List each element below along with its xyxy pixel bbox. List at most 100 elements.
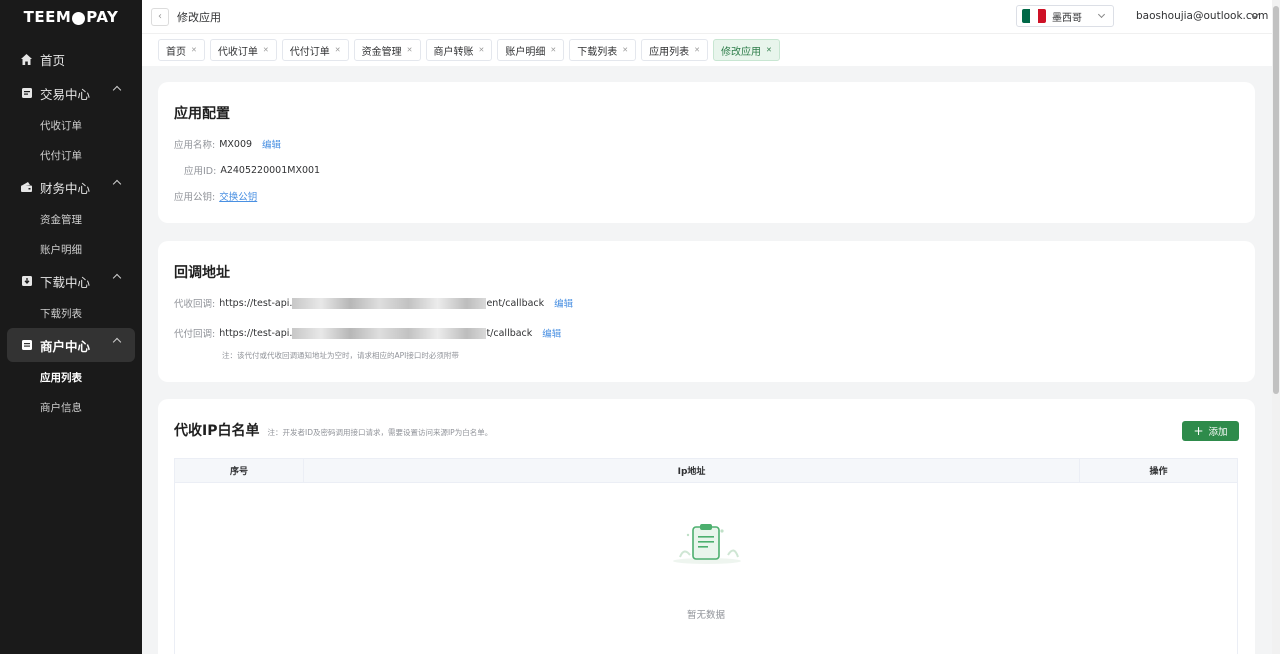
sidebar-item-pay-orders[interactable]: 代付订单 [0,140,142,170]
close-icon[interactable]: ✕ [335,46,341,54]
chevron-up-icon [112,273,122,283]
add-button-label: 添加 [1208,427,1228,438]
tab-label: 商户转账 [433,46,474,58]
tab-app-list[interactable]: 应用列表 ✕ [641,39,708,61]
empty-state-text: 暂无数据 [686,610,725,621]
tab-label: 代收订单 [217,46,258,58]
field-label: 应用名称: [174,140,216,151]
close-icon[interactable]: ✕ [766,46,772,54]
app-name-value: MX009 [219,138,253,150]
logo-text-left: TEEM [23,8,72,26]
page-scrollbar-thumb[interactable] [1273,6,1279,394]
tab-edit-app[interactable]: 修改应用 ✕ [713,39,780,61]
app-pubkey-row: 应用公钥: 交换公钥 [174,189,257,203]
logo-text-right: PAY [86,8,119,26]
sidebar-item-funds[interactable]: 资金管理 [0,204,142,234]
collect-url-prefix: https://test-api. [219,297,293,309]
home-icon [20,53,33,66]
collect-url-suffix: ent/callback [486,297,545,309]
sidebar-group-merchant[interactable]: 商户中心 [7,328,135,362]
app-id-value: A2405220001MX001 [220,164,321,176]
plus-icon: + [1193,424,1204,438]
sidebar-group-label: 商户中心 [40,338,91,354]
close-icon[interactable]: ✕ [694,46,700,54]
chevron-down-icon [1097,10,1106,19]
app-id-row: 应用ID: A2405220001MX001 [184,163,321,178]
tab-label: 账户明细 [505,46,546,58]
tab-label: 首页 [166,46,186,58]
tab-label: 应用列表 [649,46,690,58]
top-header: ‹ 修改应用 墨西哥 baoshoujia@outlook.com [142,0,1272,34]
sidebar-group-label: 下载中心 [40,274,91,290]
tab-home[interactable]: 首页 ✕ [158,39,205,61]
column-header-index: 序号 [175,459,304,482]
sidebar-group-trade[interactable]: 交易中心 [0,76,142,110]
table-header: 序号 Ip地址 操作 [175,459,1237,483]
chevron-left-icon: ‹ [158,11,162,22]
close-icon[interactable]: ✕ [622,46,628,54]
whitelist-header: 代收IP白名单 注：开发者ID及密码调用接口请求，需要设置访问来源IP为白名单。 [174,420,492,440]
tab-label: 下载列表 [577,46,618,58]
column-header-actions: 操作 [1149,467,1168,477]
pay-url-suffix: t/callback [486,327,533,339]
close-icon[interactable]: ✕ [407,46,413,54]
tab-funds[interactable]: 资金管理 ✕ [353,39,421,61]
tab-label: 资金管理 [361,46,402,58]
add-ip-button[interactable]: + 添加 [1182,421,1239,441]
app-config-card: 应用配置 应用名称: MX009 编辑 应用ID: A2405220001MX0… [158,82,1255,223]
close-icon[interactable]: ✕ [191,46,197,54]
sidebar-item-home[interactable]: 首页 [0,42,142,76]
callback-note: 注：该代付或代收回调通知地址为空时，请求相应的API接口时必须附带 [222,351,459,360]
column-header-ip: Ip地址 [304,459,1080,482]
redacted-url [292,327,487,339]
edit-name-link[interactable]: 编辑 [262,137,281,151]
sidebar-group-download[interactable]: 下载中心 [0,264,142,298]
section-title: 应用配置 [174,106,230,122]
sidebar: TEEM PAY 首页 交易中心 代收订单 代付订单 财务中心 资金管理 账户明… [0,0,142,654]
sidebar-item-merchant-info[interactable]: 商户信息 [0,392,142,422]
close-icon[interactable]: ✕ [263,46,269,54]
download-icon [20,275,33,288]
sidebar-group-label: 交易中心 [40,86,91,102]
ip-whitelist-table: 序号 Ip地址 操作 暂无数据 [174,458,1238,654]
merchant-icon [20,339,33,352]
sidebar-item-label: 首页 [40,52,66,68]
sidebar-item-download-list[interactable]: 下载列表 [0,298,142,328]
ip-whitelist-card: 代收IP白名单 注：开发者ID及密码调用接口请求，需要设置访问来源IP为白名单。… [158,399,1255,654]
pay-url-prefix: https://test-api. [219,327,293,339]
chevron-up-icon [112,179,122,189]
close-icon[interactable]: ✕ [550,46,556,54]
sidebar-item-account-details[interactable]: 账户明细 [0,234,142,264]
main-content: 应用配置 应用名称: MX009 编辑 应用ID: A2405220001MX0… [142,66,1272,654]
soccer-ball-icon [72,11,86,25]
edit-collect-callback-link[interactable]: 编辑 [554,296,573,310]
sidebar-item-app-list[interactable]: 应用列表 [0,362,142,392]
tab-merchant-transfer[interactable]: 商户转账 ✕ [425,39,493,61]
edit-pay-callback-link[interactable]: 编辑 [542,326,561,340]
chevron-up-icon [112,337,122,347]
field-label: 应用公钥: [174,192,216,203]
country-value: 墨西哥 [1052,12,1082,24]
brand-logo: TEEM PAY [0,0,142,34]
tab-account-details[interactable]: 账户明细 ✕ [497,39,565,61]
app-name-row: 应用名称: MX009 编辑 [174,137,281,152]
tab-collect-orders[interactable]: 代收订单 ✕ [209,39,277,61]
bank-card-icon [20,181,33,194]
tab-pay-orders[interactable]: 代付订单 ✕ [281,39,349,61]
country-select[interactable]: 墨西哥 [1016,5,1114,27]
back-button[interactable]: ‹ [151,7,169,26]
user-email[interactable]: baoshoujia@outlook.com [1136,10,1268,22]
tabs-bar: 首页 ✕ 代收订单 ✕ 代付订单 ✕ 资金管理 ✕ 商户转账 ✕ 账户明细 ✕ 下载列表 ✕ … [142,34,1272,66]
breadcrumb: 修改应用 [177,10,221,24]
exchange-pubkey-link[interactable]: 交换公钥 [219,189,257,203]
sidebar-group-finance[interactable]: 财务中心 [0,170,142,204]
sidebar-group-label: 财务中心 [40,180,91,196]
sidebar-item-collect-orders[interactable]: 代收订单 [0,110,142,140]
collect-callback-row: 代收回调: https://test-api. ent/callback 编辑 [174,296,573,310]
mexico-flag-icon [1022,9,1046,23]
document-icon [20,87,33,100]
tab-download-list[interactable]: 下载列表 ✕ [569,39,637,61]
close-icon[interactable]: ✕ [479,46,485,54]
pay-callback-row: 代付回调: https://test-api. t/callback 编辑 [174,326,561,340]
redacted-url [292,297,487,309]
